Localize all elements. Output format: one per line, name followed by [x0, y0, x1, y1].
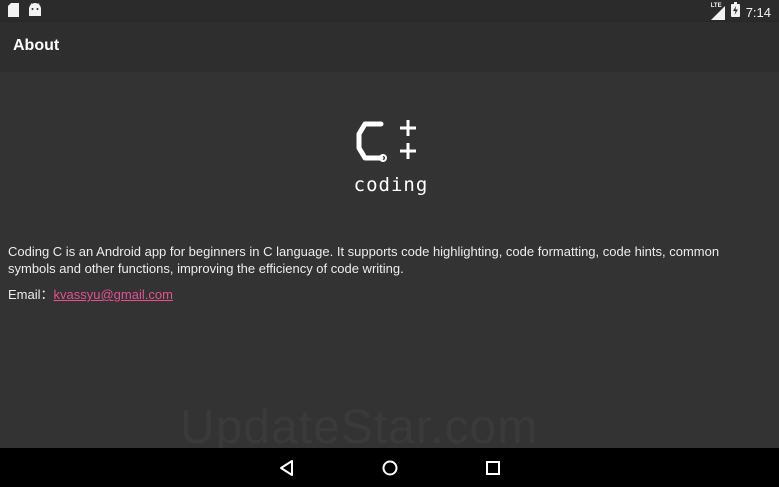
app-logo: coding — [345, 116, 437, 200]
app-bar: About — [0, 22, 779, 72]
logo-subtitle: coding — [353, 174, 429, 196]
page-title: About — [13, 37, 60, 54]
recents-icon[interactable] — [483, 458, 503, 478]
email-row: Email：kvassyu@gmail.com — [8, 284, 173, 303]
cpp-logo-icon — [356, 120, 416, 162]
home-icon[interactable] — [380, 458, 400, 478]
android-icon — [28, 3, 42, 22]
sd-card-icon — [8, 3, 19, 22]
lte-signal-icon: LTE — [710, 3, 725, 20]
battery-charging-icon — [730, 2, 740, 22]
email-link[interactable]: kvassyu@gmail.com — [54, 287, 173, 302]
status-time: 7:14 — [745, 4, 771, 20]
about-content: coding Coding C is an Android app for be… — [0, 72, 779, 454]
back-icon[interactable] — [277, 458, 297, 478]
navigation-bar — [0, 448, 779, 487]
watermark: UpdateStar.com — [180, 401, 539, 454]
status-bar: LTE 7:14 — [0, 0, 779, 22]
app-description: Coding C is an Android app for beginners… — [8, 244, 720, 276]
email-label: Email： — [8, 287, 54, 302]
